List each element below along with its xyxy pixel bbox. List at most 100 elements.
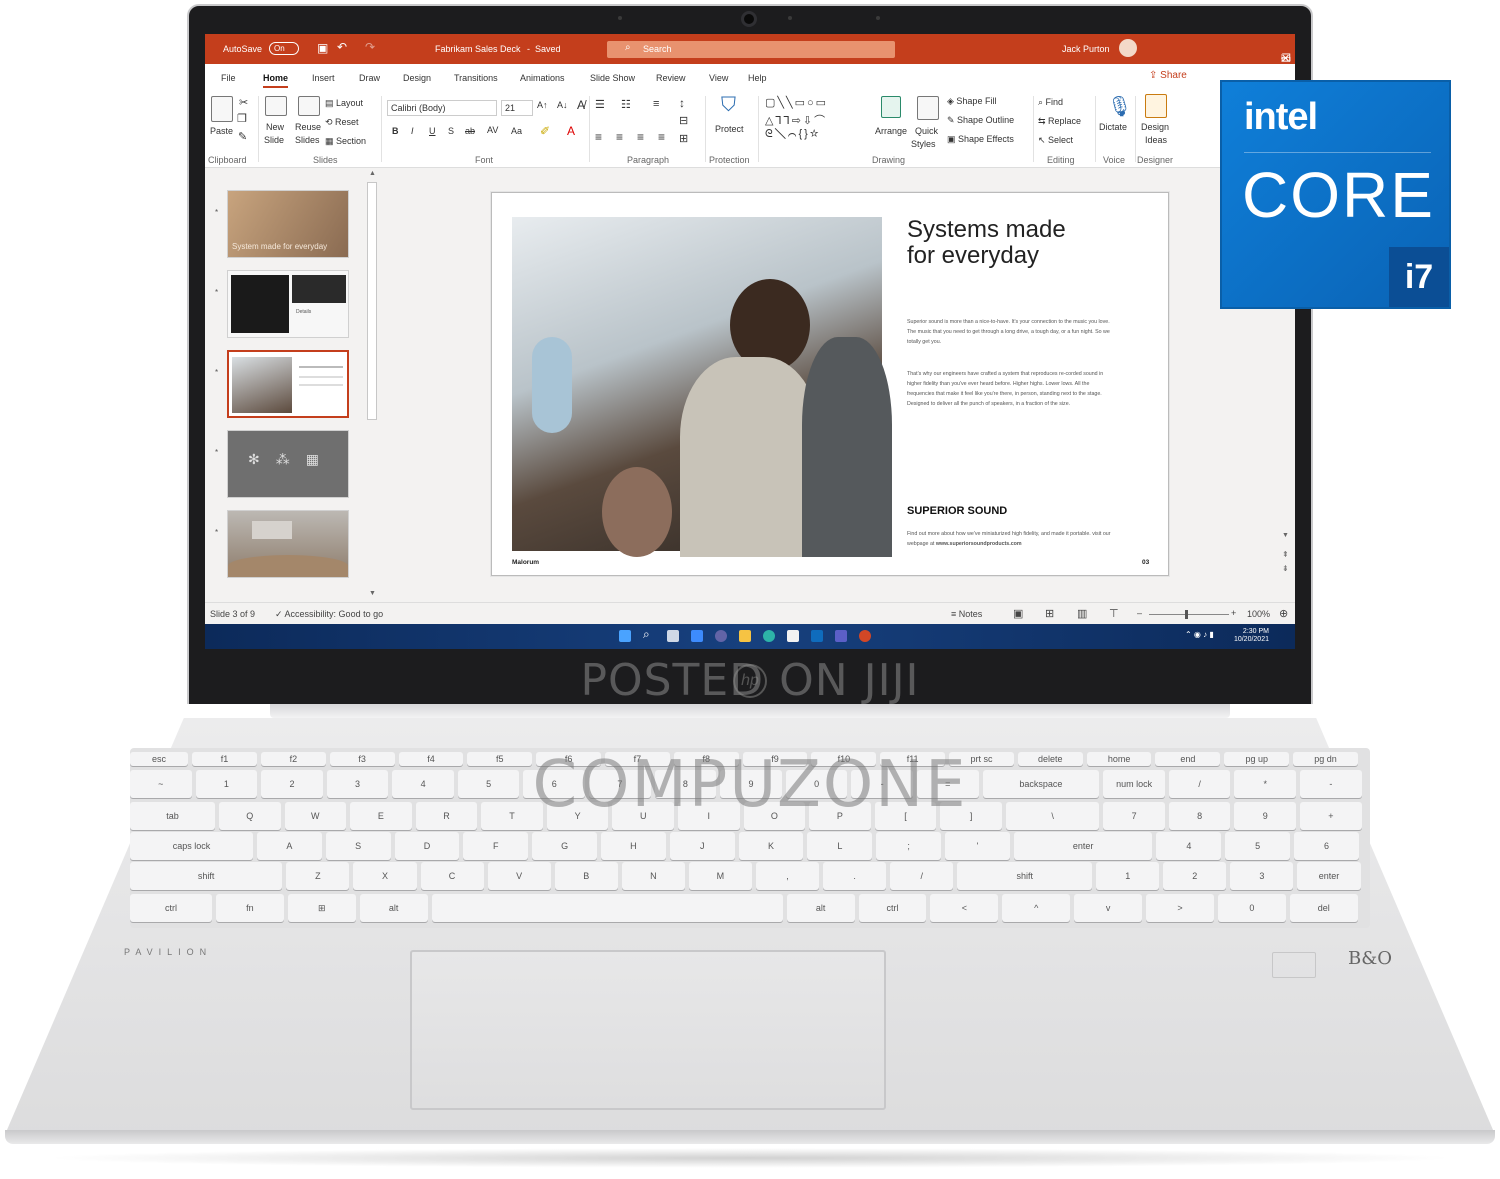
tab-animations[interactable]: Animations	[520, 73, 565, 83]
strikethrough-icon[interactable]: ab	[465, 126, 475, 136]
font-color-icon[interactable]: A	[567, 124, 575, 138]
paste-button[interactable]: Paste	[210, 126, 233, 136]
justify-icon[interactable]: ≡	[658, 130, 665, 144]
grow-font-icon[interactable]: A↑	[537, 100, 548, 110]
notes-button[interactable]: ≡ Notes	[951, 609, 982, 619]
design-ideas-label-2[interactable]: Ideas	[1145, 135, 1167, 145]
copy-icon[interactable]: ❐	[237, 112, 247, 125]
tab-draw[interactable]: Draw	[359, 73, 380, 83]
slide-sorter-icon[interactable]: ⊞	[1045, 607, 1054, 620]
shrink-font-icon[interactable]: A↓	[557, 100, 568, 110]
previous-slide-icon[interactable]: ⇞	[1282, 550, 1289, 559]
new-slide-label-2[interactable]: Slide	[264, 135, 284, 145]
tab-home[interactable]: Home	[263, 73, 289, 88]
zoom-level[interactable]: 100%	[1247, 609, 1270, 619]
find-button[interactable]: ⌕ Find	[1038, 97, 1063, 108]
save-icon[interactable]: ▣	[317, 41, 328, 55]
tab-design[interactable]: Design	[403, 73, 431, 83]
font-name-select[interactable]: Calibri (Body)	[387, 100, 497, 116]
new-slide-icon[interactable]	[265, 96, 287, 116]
scroll-up-icon[interactable]: ▲	[369, 170, 376, 177]
shape-fill-button[interactable]: ◈ Shape Fill	[947, 96, 996, 107]
tab-review[interactable]: Review	[656, 73, 686, 83]
italic-icon[interactable]: I	[411, 126, 414, 136]
smartart-icon[interactable]: ⊞	[679, 132, 688, 145]
autosave-toggle[interactable]: On	[269, 42, 299, 55]
quick-styles-label[interactable]: Quick	[915, 126, 938, 136]
numbering-icon[interactable]: ☷	[621, 98, 631, 111]
zoom-slider[interactable]	[1149, 614, 1229, 615]
avatar[interactable]	[1119, 39, 1137, 57]
slide-thumbnail-1[interactable]: System made for everyday	[227, 190, 349, 258]
shapes-gallery-row3[interactable]: ᘓ╲⌒{}☆	[765, 128, 821, 141]
tab-help[interactable]: Help	[748, 73, 767, 83]
slide-canvas[interactable]: Systems made for everyday Superior sound…	[491, 192, 1169, 576]
powerpoint-icon[interactable]	[859, 630, 871, 642]
change-case-icon[interactable]: Aa	[511, 126, 522, 136]
line-spacing-icon[interactable]: ≡	[653, 98, 659, 110]
shadow-icon[interactable]: S	[448, 126, 454, 136]
start-icon[interactable]	[619, 630, 631, 642]
store-icon[interactable]	[787, 630, 799, 642]
bold-icon[interactable]: B	[392, 126, 399, 136]
normal-view-icon[interactable]: ▣	[1013, 607, 1023, 620]
system-tray-icons[interactable]: ⌃ ◉ ♪ ▮	[1185, 630, 1214, 639]
slide-thumbnail-2[interactable]: Details	[227, 270, 349, 338]
thumbnail-scrollbar[interactable]	[367, 182, 377, 420]
shape-outline-button[interactable]: ✎ Shape Outline	[947, 115, 1014, 126]
align-left-icon[interactable]: ≡	[595, 130, 602, 144]
align-text-icon[interactable]: ⊟	[679, 114, 688, 127]
reuse-label-2[interactable]: Slides	[295, 135, 320, 145]
cut-icon[interactable]: ✂	[239, 96, 248, 109]
quick-styles-label-2[interactable]: Styles	[911, 139, 936, 149]
document-title[interactable]: Fabrikam Sales Deck	[435, 44, 521, 54]
bullets-icon[interactable]: ☰	[595, 98, 605, 111]
shapes-gallery[interactable]: ▢╲╲▭○▭	[765, 96, 828, 109]
edge-icon[interactable]	[763, 630, 775, 642]
reading-view-icon[interactable]: ▥	[1077, 607, 1087, 620]
tab-view[interactable]: View	[709, 73, 728, 83]
fit-slide-icon[interactable]: ⊕	[1279, 607, 1288, 620]
text-direction-icon[interactable]: ↕	[679, 96, 685, 110]
reuse-label[interactable]: Reuse	[295, 122, 321, 132]
zoom-in-icon[interactable]: +	[1231, 608, 1236, 618]
accessibility-status[interactable]: ✓ Accessibility: Good to go	[275, 609, 383, 620]
slide-thumbnail-4[interactable]: ✻⁂▦	[227, 430, 349, 498]
spacing-icon[interactable]: AV	[487, 125, 498, 135]
layout-button[interactable]: ▤ Layout	[325, 98, 363, 109]
clear-format-icon[interactable]: A̸	[577, 98, 585, 112]
align-center-icon[interactable]: ≡	[616, 130, 623, 144]
scroll-down-icon[interactable]: ▼	[369, 590, 376, 597]
replace-button[interactable]: ⇆ Replace	[1038, 116, 1081, 127]
search-icon[interactable]: ⌕	[643, 627, 655, 641]
scroll-down-icon[interactable]: ▼	[1282, 532, 1289, 539]
new-slide-label[interactable]: New	[266, 122, 284, 132]
reset-button[interactable]: ⟲ Reset	[325, 117, 359, 128]
widgets-icon[interactable]	[691, 630, 703, 642]
protect-icon[interactable]: ⛉	[721, 94, 736, 117]
select-button[interactable]: ↖ Select	[1038, 135, 1073, 146]
shapes-gallery-row2[interactable]: △⅂⅂⇨⇩⌒	[765, 112, 827, 128]
design-ideas-icon[interactable]	[1145, 94, 1167, 118]
tab-slide-show[interactable]: Slide Show	[590, 73, 635, 83]
tab-file[interactable]: File	[221, 73, 236, 83]
highlight-icon[interactable]: ✐	[540, 124, 550, 138]
underline-icon[interactable]: U	[429, 126, 436, 136]
zoom-slider-thumb[interactable]	[1185, 610, 1188, 619]
reuse-slides-icon[interactable]	[298, 96, 320, 116]
tab-transitions[interactable]: Transitions	[454, 73, 498, 83]
format-painter-icon[interactable]: ✎	[238, 130, 247, 143]
slide-thumbnail-3-selected[interactable]	[227, 350, 349, 418]
share-button[interactable]: ⇪ Share	[1149, 70, 1187, 81]
teams-icon[interactable]	[835, 630, 847, 642]
slide-thumbnail-5[interactable]	[227, 510, 349, 578]
zoom-out-icon[interactable]: –	[1137, 608, 1142, 618]
tab-insert[interactable]: Insert	[312, 73, 335, 83]
font-size-select[interactable]: 21	[501, 100, 533, 116]
shape-effects-button[interactable]: ▣ Shape Effects	[947, 134, 1014, 145]
align-right-icon[interactable]: ≡	[637, 130, 644, 144]
next-slide-icon[interactable]: ⇟	[1282, 564, 1289, 573]
arrange-icon[interactable]	[881, 96, 901, 118]
outlook-icon[interactable]	[811, 630, 823, 642]
protect-button[interactable]: Protect	[715, 124, 744, 134]
